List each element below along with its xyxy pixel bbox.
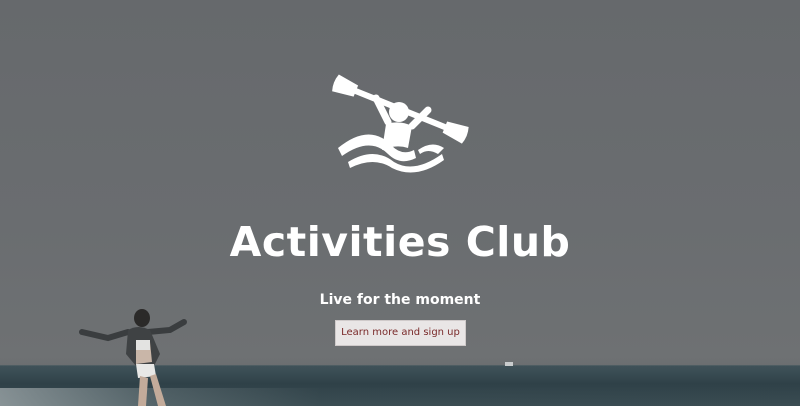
hero-section: Activities Club Live for the moment Lear…	[0, 0, 800, 406]
distant-boat	[505, 362, 513, 366]
kayaker-icon	[332, 74, 469, 173]
page-title: Activities Club	[229, 218, 571, 266]
learn-more-signup-button[interactable]: Learn more and sign up	[335, 320, 466, 346]
tagline: Live for the moment	[319, 292, 481, 308]
running-person-image	[79, 309, 187, 406]
